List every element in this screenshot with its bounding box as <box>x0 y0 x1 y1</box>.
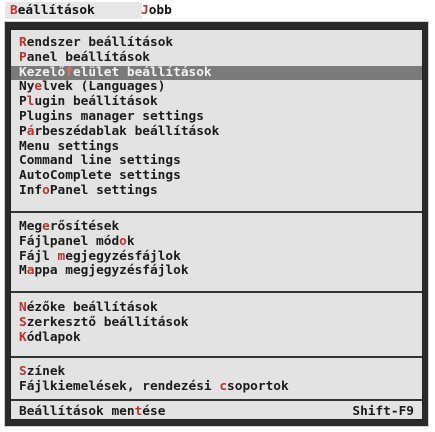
menu-separator <box>11 291 422 293</box>
menu-item[interactable]: Fájlkiemelések, rendezési csoportok <box>11 379 422 395</box>
shortcut-label: Shift-F9 <box>352 404 414 419</box>
menu-label: obb <box>148 3 172 18</box>
menu-body: Rendszer beállítások Panel beállítások K… <box>10 29 423 420</box>
menu-beallitasok[interactable]: Beállítások <box>5 2 142 19</box>
menu-label: eállítások <box>17 3 95 18</box>
hotkey: B <box>10 3 18 18</box>
menu-item[interactable]: Rendszer beállítások <box>11 35 422 51</box>
hotkey: J <box>141 3 149 18</box>
menu-item[interactable]: Plugins manager settings <box>11 109 422 125</box>
save-settings-item[interactable]: Beállítások mentése Shift-F9 <box>11 404 422 420</box>
menu-group-general: Rendszer beállítások Panel beállítások K… <box>11 35 422 199</box>
menu-separator <box>11 356 422 358</box>
menu-item[interactable]: Nézőke beállítások <box>11 300 422 316</box>
menu-group-save: Beállítások mentése Shift-F9 <box>11 404 422 420</box>
menu-separator <box>11 211 422 213</box>
menu-separator <box>11 399 422 401</box>
menu-group-colors: Színek Fájlkiemelések, rendezési csoport… <box>11 364 422 395</box>
menu-item[interactable]: Fájlpanel módok <box>11 234 422 250</box>
settings-dropdown-menu: Rendszer beállítások Panel beállítások K… <box>4 21 429 427</box>
menu-group-files: Megerősítések Fájlpanel módok Fájl megje… <box>11 219 422 279</box>
menu-item[interactable]: Panel beállítások <box>11 50 422 66</box>
menu-item[interactable]: Plugin beállítások <box>11 94 422 110</box>
menu-item[interactable]: Menu settings <box>11 139 422 155</box>
menu-item[interactable]: Megerősítések <box>11 219 422 235</box>
menu-item[interactable]: Nyelvek (Languages) <box>11 79 422 95</box>
menu-group-viewer: Nézőke beállítások Szerkesztő beállításo… <box>11 300 422 346</box>
menu-item[interactable]: Párbeszédablak beállítások <box>11 124 422 140</box>
menu-item[interactable]: Command line settings <box>11 153 422 169</box>
menu-item[interactable]: Mappa megjegyzésfájlok <box>11 263 422 279</box>
menu-item[interactable]: Fájl megjegyzésfájlok <box>11 249 422 265</box>
menu-item-selected[interactable]: Kezelőfelület beállítások <box>11 65 422 81</box>
menu-item[interactable]: Szerkesztő beállítások <box>11 315 422 331</box>
menu-item[interactable]: Kódlapok <box>11 330 422 346</box>
menu-item[interactable]: AutoComplete settings <box>11 168 422 184</box>
menu-item[interactable]: InfoPanel settings <box>11 183 422 199</box>
menu-jobb[interactable]: Jobb <box>136 2 177 19</box>
menu-bar: Beállítások Jobb <box>0 0 435 21</box>
menu-item[interactable]: Színek <box>11 364 422 380</box>
